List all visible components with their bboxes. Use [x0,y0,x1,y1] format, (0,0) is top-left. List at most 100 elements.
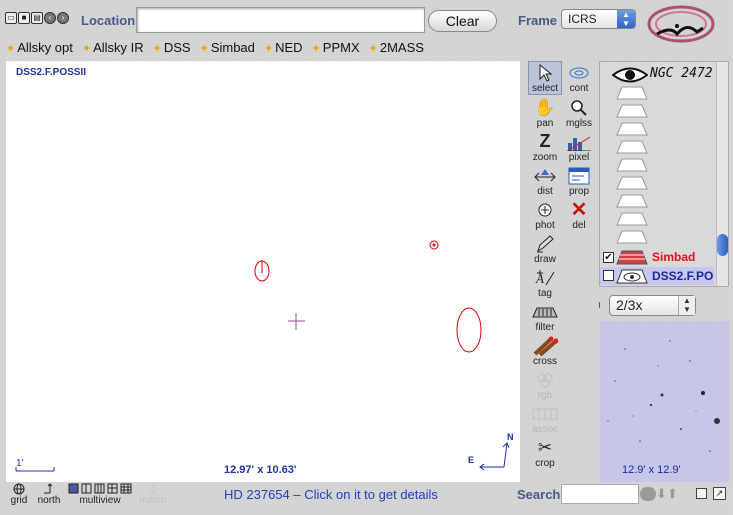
layer-stack[interactable]: NGC 2472 ✔ Simbad DSS2.F.PO [599,61,729,287]
cross-tool[interactable]: cross [528,335,562,369]
clear-button[interactable]: Clear [428,10,497,32]
star-icon: ✦ [6,43,16,55]
empty-plane-slot[interactable] [616,230,648,244]
rgb-tool[interactable]: rgb [528,369,562,403]
print-icon[interactable]: ▤ [31,12,43,24]
contour-tool[interactable]: cont [562,62,596,96]
detach-window-icon[interactable]: ↗ [713,487,726,500]
simbad-layer-row[interactable]: ✔ Simbad [600,249,714,266]
tag-icon: A [528,267,562,288]
filter-tool[interactable]: filter [528,301,562,335]
server-ppmx[interactable]: ✦ PPMX [312,40,360,55]
pixel-tool[interactable]: pixel [562,131,596,165]
empty-plane-slot[interactable] [616,104,648,118]
select-tool[interactable]: select [528,61,562,95]
empty-plane-slot[interactable] [616,194,648,208]
location-label: Location [81,13,136,28]
save-icon[interactable]: ■ [18,12,30,24]
scale-label: 1' [16,458,24,469]
layer-scrollbar-thumb[interactable] [717,234,728,256]
overview-thumbnail[interactable]: 12.9' x 12.9' [600,321,729,482]
server-dss[interactable]: ✦ DSS [153,40,191,55]
match-button[interactable]: match [138,483,168,506]
catalog-plane-icon [616,250,648,265]
distance-tool[interactable]: dist [528,165,562,199]
compass-east-label: E [468,455,474,465]
server-2mass[interactable]: ✦ 2MASS [369,40,424,55]
empty-plane-slot[interactable] [616,176,648,190]
open-folder-icon[interactable]: ▭ [5,12,17,24]
zoom-tool[interactable]: Z zoom [528,131,562,165]
arrow-cursor-icon [529,62,561,83]
grid-button[interactable]: grid [8,483,30,506]
zoom-select[interactable]: 2/3x ▲ ▼ [609,295,696,316]
match-icon [138,483,168,495]
tag-tool[interactable]: A tag [528,267,562,301]
simbad-visibility-checkbox[interactable]: ✔ [603,252,614,263]
delete-x-icon: ✕ [570,199,588,221]
filter-icon [528,301,562,322]
empty-plane-slot[interactable] [616,140,648,154]
galaxy-ellipse-marker[interactable] [456,307,482,353]
distance-icon [528,165,562,186]
frame-select-value: ICRS [568,12,597,26]
status-message: HD 237654 – Click on it to get details [224,487,438,502]
compass-north-label: N [507,432,514,442]
histogram-icon [562,131,596,152]
delete-tool[interactable]: ✕ del [562,199,596,233]
assoc-icon [528,403,562,424]
forward-icon[interactable]: › [57,12,69,24]
pencil-icon [528,233,562,254]
server-ned[interactable]: ✦ NED [264,40,303,55]
sky-overlay: N E [15,240,514,472]
field-of-view-label: 12.97' x 10.63' [224,464,297,476]
zoom-z-icon: Z [539,131,551,151]
empty-plane-slot[interactable] [616,158,648,172]
rgb-icon [528,369,562,390]
search-prev-icon[interactable] [640,487,656,501]
star-icon: ✦ [152,43,162,55]
image-plane-icon [616,269,648,284]
file-toolbar: ▭ ■ ▤ ‹ › [5,12,69,24]
hand-icon: ✋ [534,97,556,117]
dss-layer-row[interactable]: DSS2.F.PO [600,267,714,285]
server-allsky-opt[interactable]: ✦ Allsky opt [6,40,73,55]
zoom-select-value: 2/3x [616,297,643,313]
frame-select[interactable]: ICRS ▲ ▼ [561,9,636,29]
contour-icon [562,62,596,83]
sky-view[interactable]: DSS2.F.POSSII N E 1' 12.97' x 10.63' [6,61,520,482]
back-icon[interactable]: ‹ [44,12,56,24]
server-simbad[interactable]: ✦ Simbad [200,40,255,55]
multiview-button[interactable]: multiview [68,483,132,506]
empty-plane-slot[interactable] [616,212,648,226]
search-up-arrow-icon[interactable]: ⬆ [667,486,678,502]
empty-plane-slot[interactable] [616,122,648,136]
magnifier-icon [562,97,596,118]
globe-icon [8,483,30,495]
assoc-tool[interactable]: assoc [528,403,562,437]
zoom-divider-tick: ı [598,299,602,311]
ngc-plane-label[interactable]: NGC 2472 [650,66,713,81]
simbad-marker[interactable] [429,240,439,250]
server-allsky-ir[interactable]: ✦ Allsky IR [82,40,144,55]
empty-plane-slot[interactable] [616,86,648,100]
search-label: Search [517,487,561,502]
magnifier-tool[interactable]: mglss [562,97,596,131]
north-button[interactable]: north [34,483,64,506]
crop-tool[interactable]: ✂ crop [528,437,562,471]
chevron-updown-icon: ▲ ▼ [678,296,695,315]
location-input[interactable] [136,7,425,33]
dss-visibility-checkbox[interactable] [603,270,614,281]
search-input[interactable] [561,484,639,504]
search-down-arrow-icon[interactable]: ⬇ [656,486,667,502]
north-arrow-icon [34,483,64,495]
photometry-tool[interactable]: phot [528,199,562,233]
minimize-window-icon[interactable] [696,488,707,499]
draw-tool[interactable]: draw [528,233,562,267]
properties-tool[interactable]: prop [562,165,596,199]
eye-icon[interactable] [612,66,648,84]
star-icon: ✦ [81,43,92,55]
scissors-icon: ✂ [537,437,553,457]
simbad-marker[interactable] [254,260,270,282]
pan-tool[interactable]: ✋ pan [528,97,562,131]
